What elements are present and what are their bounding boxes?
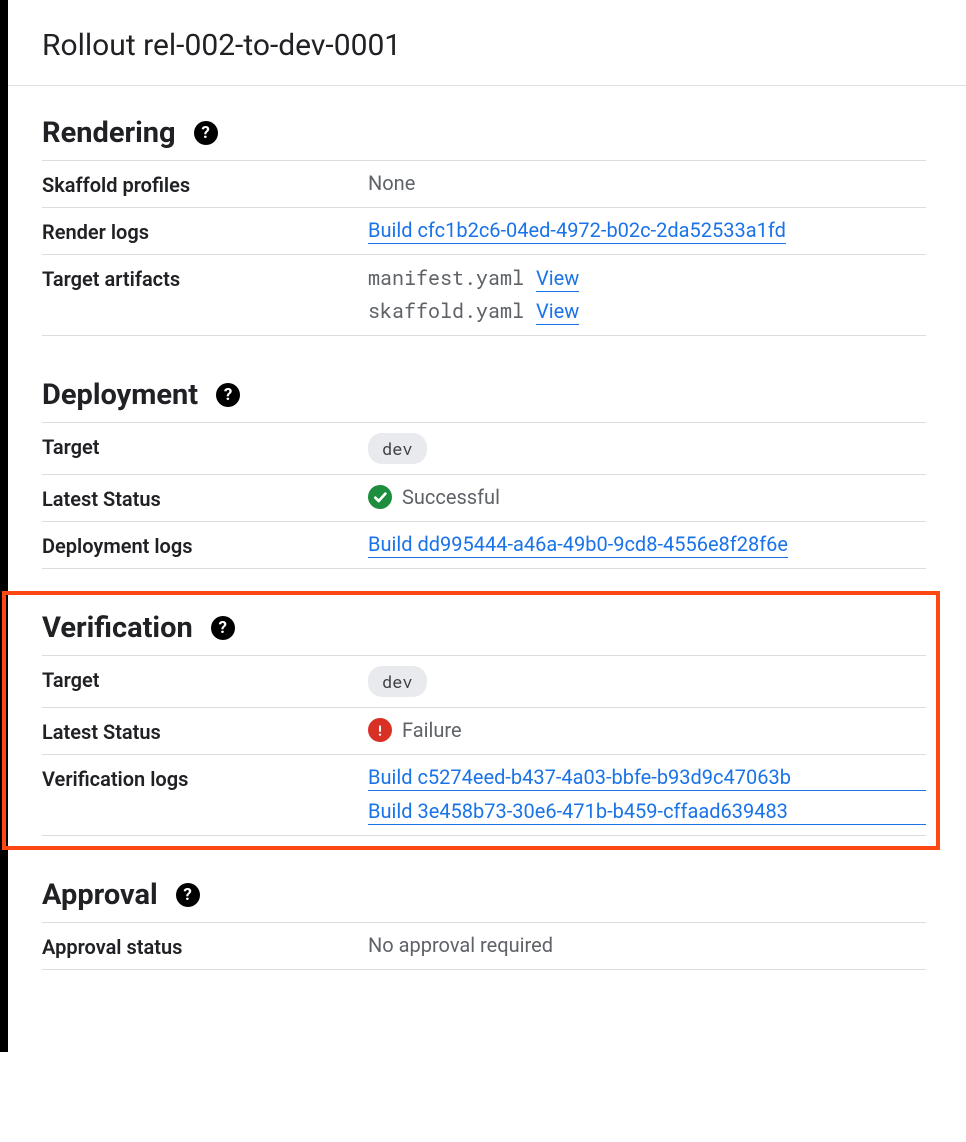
help-icon[interactable]: ? xyxy=(211,616,235,640)
approval-title: Approval xyxy=(42,878,158,912)
skaffold-profiles-row: Skaffold profiles None xyxy=(42,160,926,207)
verification-target-label: Target xyxy=(42,666,368,692)
artifact-filename: skaffold.yaml xyxy=(368,298,524,324)
title-divider xyxy=(8,85,966,86)
verification-section: Verification ? Target dev Latest Status … xyxy=(42,611,926,836)
deployment-title: Deployment xyxy=(42,378,198,412)
verification-logs-link[interactable]: Build c5274eed-b437-4a03-bbfe-b93d9c4706… xyxy=(368,765,926,791)
artifact-view-link[interactable]: View xyxy=(536,299,579,325)
error-circle-icon xyxy=(368,718,392,742)
deployment-section: Deployment ? Target dev Latest Status Su… xyxy=(42,378,926,569)
target-artifacts-label: Target artifacts xyxy=(42,265,368,291)
deployment-logs-row: Deployment logs Build dd995444-a46a-49b0… xyxy=(42,521,926,569)
render-logs-link[interactable]: Build cfc1b2c6-04ed-4972-b02c-2da52533a1… xyxy=(368,218,786,244)
skaffold-profiles-value: None xyxy=(368,171,926,195)
verification-logs-label: Verification logs xyxy=(42,765,368,791)
artifact-item: manifest.yaml View xyxy=(368,265,926,292)
verification-target-row: Target dev xyxy=(42,655,926,707)
target-artifacts-row: Target artifacts manifest.yaml View skaf… xyxy=(42,254,926,336)
deployment-status-label: Latest Status xyxy=(42,485,368,511)
check-circle-icon xyxy=(368,485,392,509)
verification-status-text: Failure xyxy=(402,718,462,742)
render-logs-label: Render logs xyxy=(42,218,368,244)
skaffold-profiles-label: Skaffold profiles xyxy=(42,171,368,197)
deployment-target-row: Target dev xyxy=(42,422,926,474)
verification-status-row: Latest Status Failure xyxy=(42,707,926,754)
deployment-logs-label: Deployment logs xyxy=(42,532,368,558)
approval-status-row: Approval status No approval required xyxy=(42,922,926,970)
artifact-view-link[interactable]: View xyxy=(536,266,579,292)
page-title: Rollout rel-002-to-dev-0001 xyxy=(42,28,926,63)
help-icon[interactable]: ? xyxy=(194,121,218,145)
verification-logs-row: Verification logs Build c5274eed-b437-4a… xyxy=(42,754,926,836)
help-icon[interactable]: ? xyxy=(216,383,240,407)
rendering-section: Rendering ? Skaffold profiles None Rende… xyxy=(42,116,926,336)
deployment-status-row: Latest Status Successful xyxy=(42,474,926,521)
verification-logs-link[interactable]: Build 3e458b73-30e6-471b-b459-cffaad6394… xyxy=(368,799,926,825)
artifact-item: skaffold.yaml View xyxy=(368,298,926,325)
target-chip: dev xyxy=(368,433,427,464)
deployment-status-text: Successful xyxy=(402,485,500,509)
target-chip: dev xyxy=(368,666,427,697)
approval-section: Approval ? Approval status No approval r… xyxy=(42,878,926,970)
rendering-title: Rendering xyxy=(42,116,176,150)
deployment-target-label: Target xyxy=(42,433,368,459)
verification-status-label: Latest Status xyxy=(42,718,368,744)
help-icon[interactable]: ? xyxy=(176,883,200,907)
deployment-logs-link[interactable]: Build dd995444-a46a-49b0-9cd8-4556e8f28f… xyxy=(368,532,788,558)
render-logs-row: Render logs Build cfc1b2c6-04ed-4972-b02… xyxy=(42,207,926,254)
artifact-filename: manifest.yaml xyxy=(368,265,524,291)
approval-status-value: No approval required xyxy=(368,933,926,957)
approval-status-label: Approval status xyxy=(42,933,368,959)
verification-title: Verification xyxy=(42,611,193,645)
